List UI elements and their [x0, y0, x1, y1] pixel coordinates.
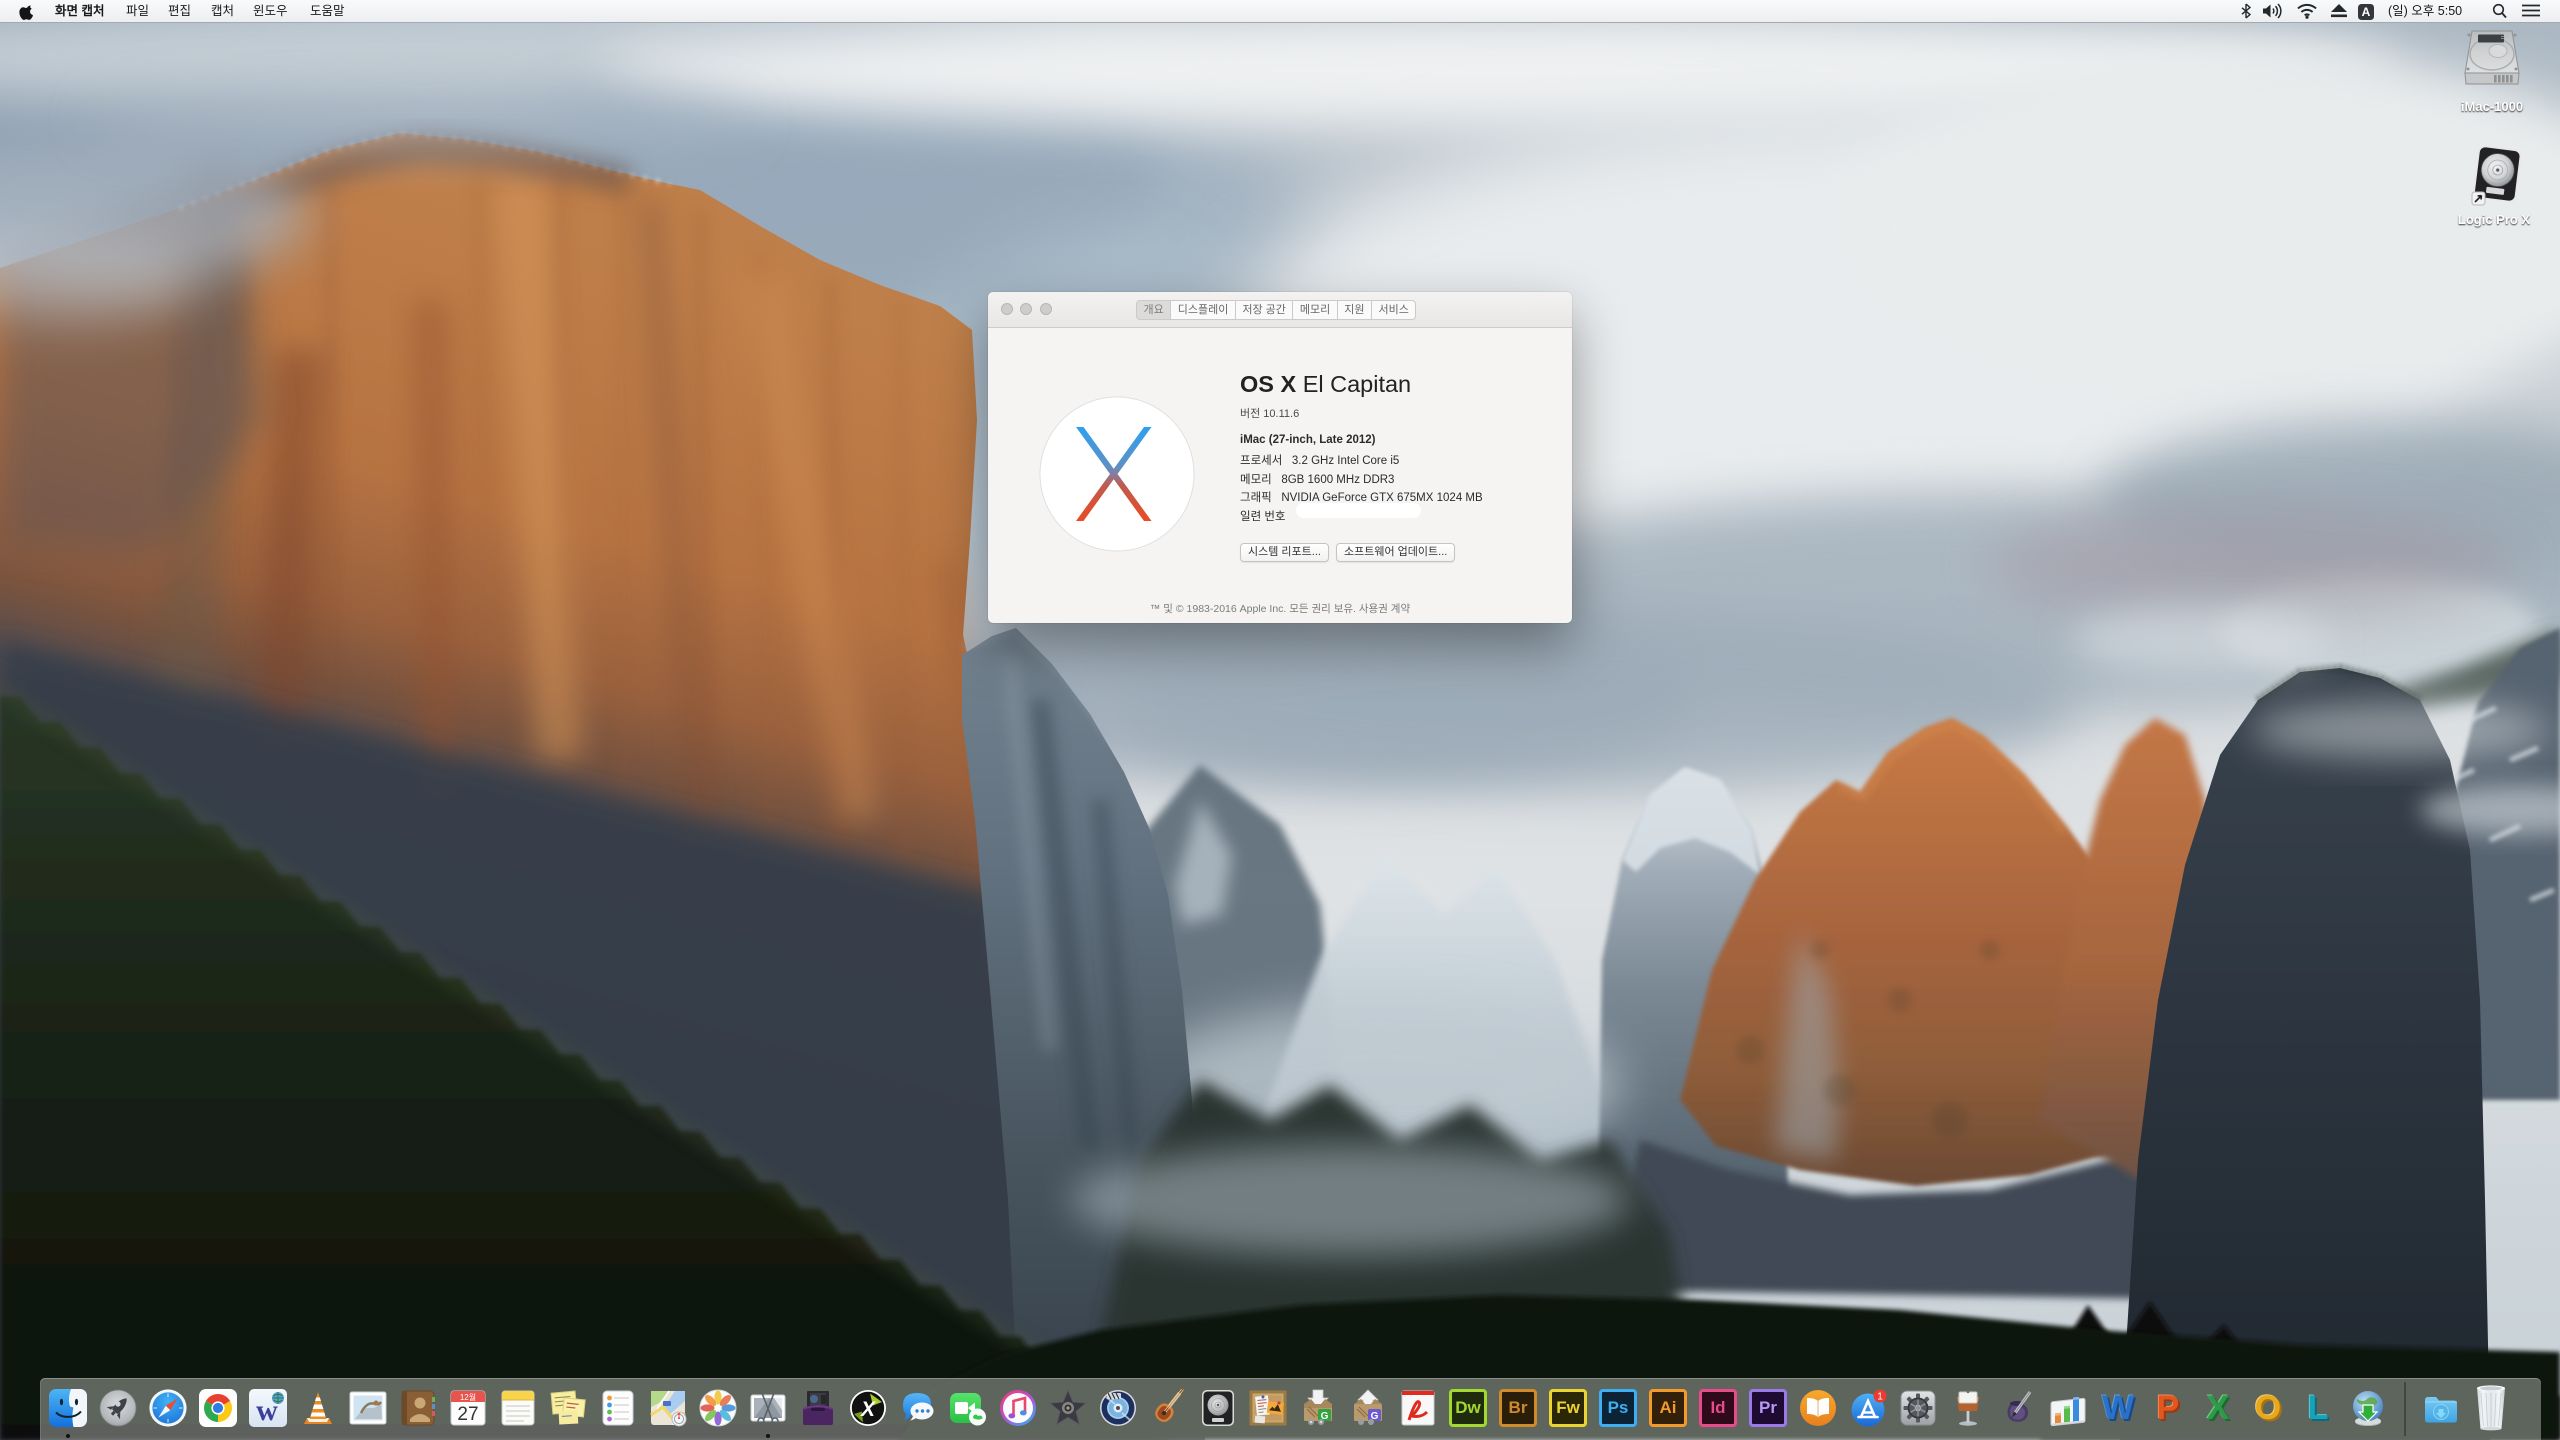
svg-text:X: X [860, 1398, 877, 1421]
svg-text:1: 1 [1877, 1392, 1883, 1403]
svg-text:27: 27 [457, 1404, 478, 1425]
svg-text:12월: 12월 [460, 1392, 476, 1402]
